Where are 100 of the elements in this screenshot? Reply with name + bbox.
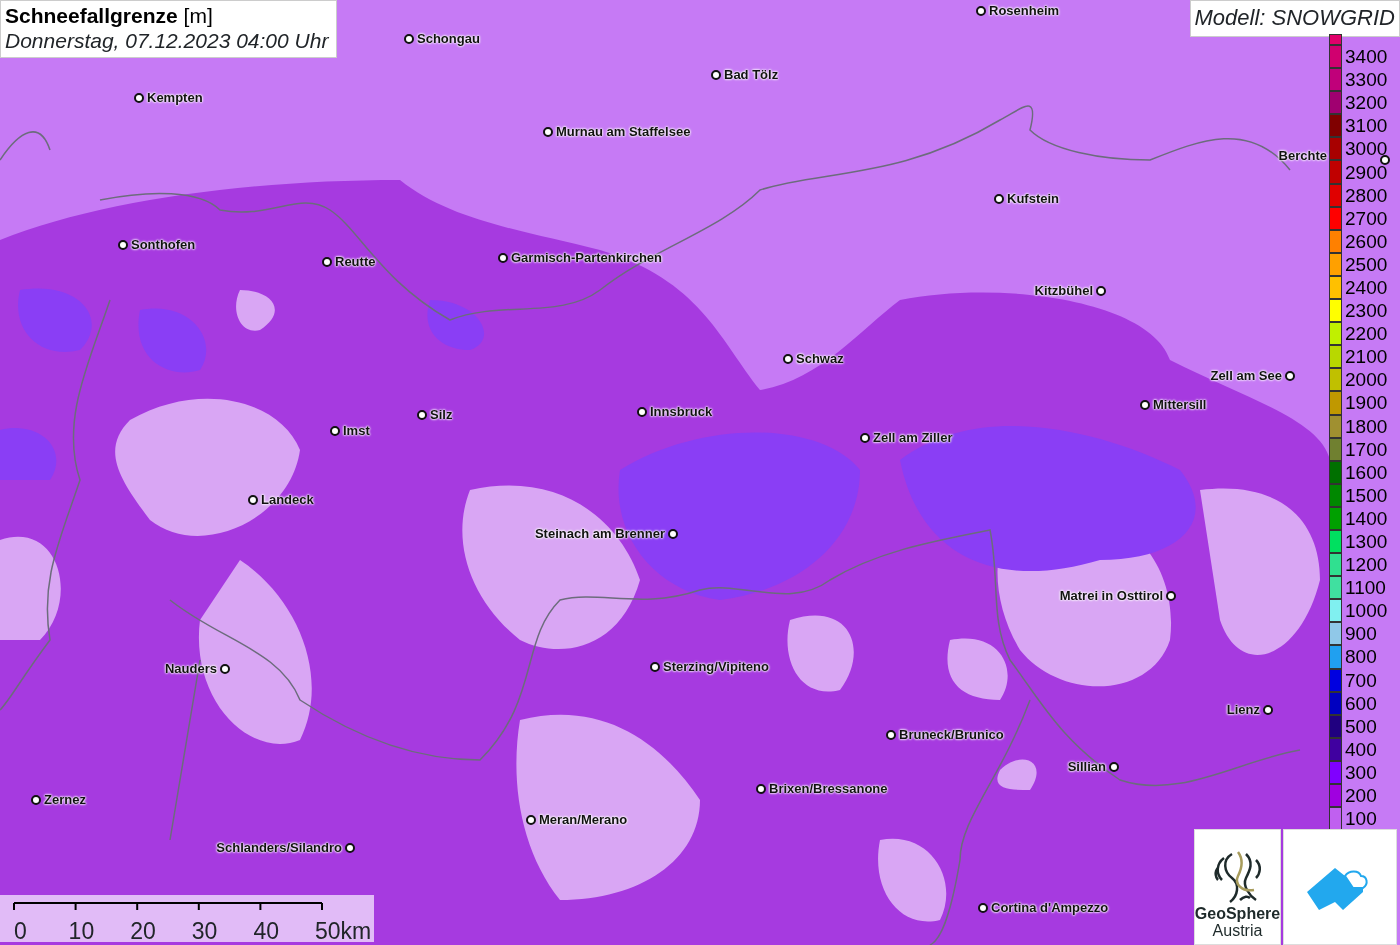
- city-marker-icon: [543, 126, 553, 137]
- city-label: Sterzing/Vipiteno: [663, 658, 769, 676]
- city-label: Bruneck/Brunico: [899, 726, 1004, 744]
- city-marker-icon: [248, 494, 258, 505]
- legend-label: 1300: [1344, 532, 1388, 551]
- legend-label: 2500: [1344, 254, 1388, 274]
- city-marker-icon: [220, 663, 230, 674]
- city-marker-icon: [711, 69, 721, 80]
- legend-label: 3200: [1344, 93, 1388, 113]
- city-marker-icon: [886, 729, 896, 740]
- legend-label: 800: [1344, 647, 1377, 667]
- city-marker-icon: [1285, 370, 1295, 381]
- city-label: Meran/Merano: [539, 811, 628, 829]
- city-marker-icon: [1166, 590, 1176, 601]
- city-label: Matrei in Osttirol: [1059, 587, 1163, 605]
- city-marker-icon: [345, 842, 355, 853]
- legend-label: 3400: [1344, 47, 1388, 67]
- city-marker-icon: [860, 432, 870, 443]
- legend-label: 2600: [1344, 231, 1388, 251]
- city-label: Zernez: [44, 791, 86, 809]
- city-label: Berchte: [1278, 147, 1327, 165]
- city-label: Brixen/Bressanone: [769, 780, 888, 798]
- city-label: Steinach am Brenner: [534, 525, 665, 543]
- city-label: Silz: [430, 406, 453, 424]
- legend-label: 1800: [1344, 416, 1388, 436]
- legend-label: 2800: [1344, 185, 1388, 205]
- city-label: Rosenheim: [989, 2, 1060, 20]
- logo-title: GeoSphere: [1194, 905, 1281, 923]
- city-marker-icon: [994, 193, 1004, 204]
- scale-label: 0: [14, 917, 27, 945]
- legend-label: 2900: [1344, 162, 1388, 182]
- city-label: Kitzbühel: [1034, 282, 1093, 300]
- scale-label: 40: [253, 917, 279, 945]
- logo-subtitle: Austria: [1212, 922, 1263, 940]
- city-label: Bad Tölz: [724, 66, 779, 84]
- legend-label: 500: [1344, 716, 1377, 736]
- legend-label: 400: [1344, 739, 1377, 759]
- city-marker-icon: [322, 256, 332, 267]
- legend-label: 2100: [1344, 347, 1388, 367]
- city-marker-icon: [1140, 399, 1150, 410]
- city-marker-icon: [498, 252, 508, 263]
- scale-label: 50km: [315, 917, 372, 945]
- legend-label: 600: [1344, 693, 1377, 713]
- city-label: Murnau am Staffelsee: [556, 123, 691, 141]
- city-marker-icon: [526, 814, 536, 825]
- legend-label: 300: [1344, 762, 1377, 782]
- city-marker-icon: [976, 5, 986, 16]
- legend-swatch: [1329, 34, 1342, 45]
- legend-label: 2200: [1344, 324, 1388, 344]
- legend-label: 3300: [1344, 70, 1388, 90]
- legend-label: 1700: [1344, 439, 1388, 459]
- city-marker-icon: [978, 902, 988, 913]
- city-label: Nauders: [164, 660, 217, 678]
- city-label: Kempten: [147, 89, 203, 107]
- city-marker-icon: [118, 239, 128, 250]
- legend-label: 1600: [1344, 462, 1388, 482]
- legend-label: 3000: [1344, 139, 1388, 159]
- city-label: Zell am Ziller: [873, 429, 953, 447]
- city-label: Mittersill: [1153, 396, 1207, 414]
- city-marker-icon: [756, 783, 766, 794]
- legend-label: 1500: [1344, 485, 1388, 505]
- legend-label: 2300: [1344, 301, 1388, 321]
- city-label: Garmisch-Partenkirchen: [511, 249, 662, 267]
- city-marker-icon: [1380, 155, 1390, 165]
- city-label: Schongau: [417, 30, 480, 48]
- city-marker-icon: [134, 92, 144, 103]
- map-title: Schneefallgrenze [m]: [5, 3, 214, 29]
- legend-label: 1200: [1344, 555, 1388, 575]
- city-label: Cortina d'Ampezzo: [991, 899, 1109, 917]
- city-marker-icon: [1263, 704, 1273, 715]
- scale-label: 30: [191, 917, 218, 945]
- city-marker-icon: [668, 528, 678, 539]
- legend-label: 900: [1344, 624, 1377, 644]
- city-label: Landeck: [261, 491, 314, 509]
- city-marker-icon: [404, 33, 414, 44]
- scale-label: 10: [68, 917, 95, 945]
- city-label: Sonthofen: [131, 236, 196, 254]
- city-label: Schwaz: [796, 350, 844, 368]
- legend-label: 100: [1344, 809, 1377, 829]
- city-marker-icon: [1109, 761, 1119, 772]
- legend-label: 2400: [1344, 278, 1388, 297]
- city-marker-icon: [650, 661, 660, 672]
- legend-label: 1400: [1344, 508, 1388, 528]
- legend-label: 1900: [1344, 393, 1388, 413]
- city-label: Sillian: [1067, 758, 1106, 776]
- city-label: Lienz: [1226, 701, 1260, 719]
- city-label: Imst: [343, 422, 370, 440]
- city-marker-icon: [330, 425, 340, 436]
- city-marker-icon: [1096, 285, 1106, 296]
- city-label: Zell am See: [1210, 367, 1282, 385]
- city-marker-icon: [417, 409, 427, 420]
- city-marker-icon: [637, 406, 647, 417]
- map-date: Donnerstag, 07.12.2023 04:00 Uhr: [5, 28, 329, 54]
- legend-label: 3100: [1344, 116, 1388, 136]
- city-marker-icon: [783, 353, 793, 364]
- city-label: Kufstein: [1007, 190, 1059, 208]
- city-label: Innsbruck: [650, 403, 713, 421]
- city-label: Reutte: [335, 253, 376, 271]
- model-label: Modell: SNOWGRID: [1189, 0, 1400, 37]
- legend-label: 2000: [1344, 370, 1388, 390]
